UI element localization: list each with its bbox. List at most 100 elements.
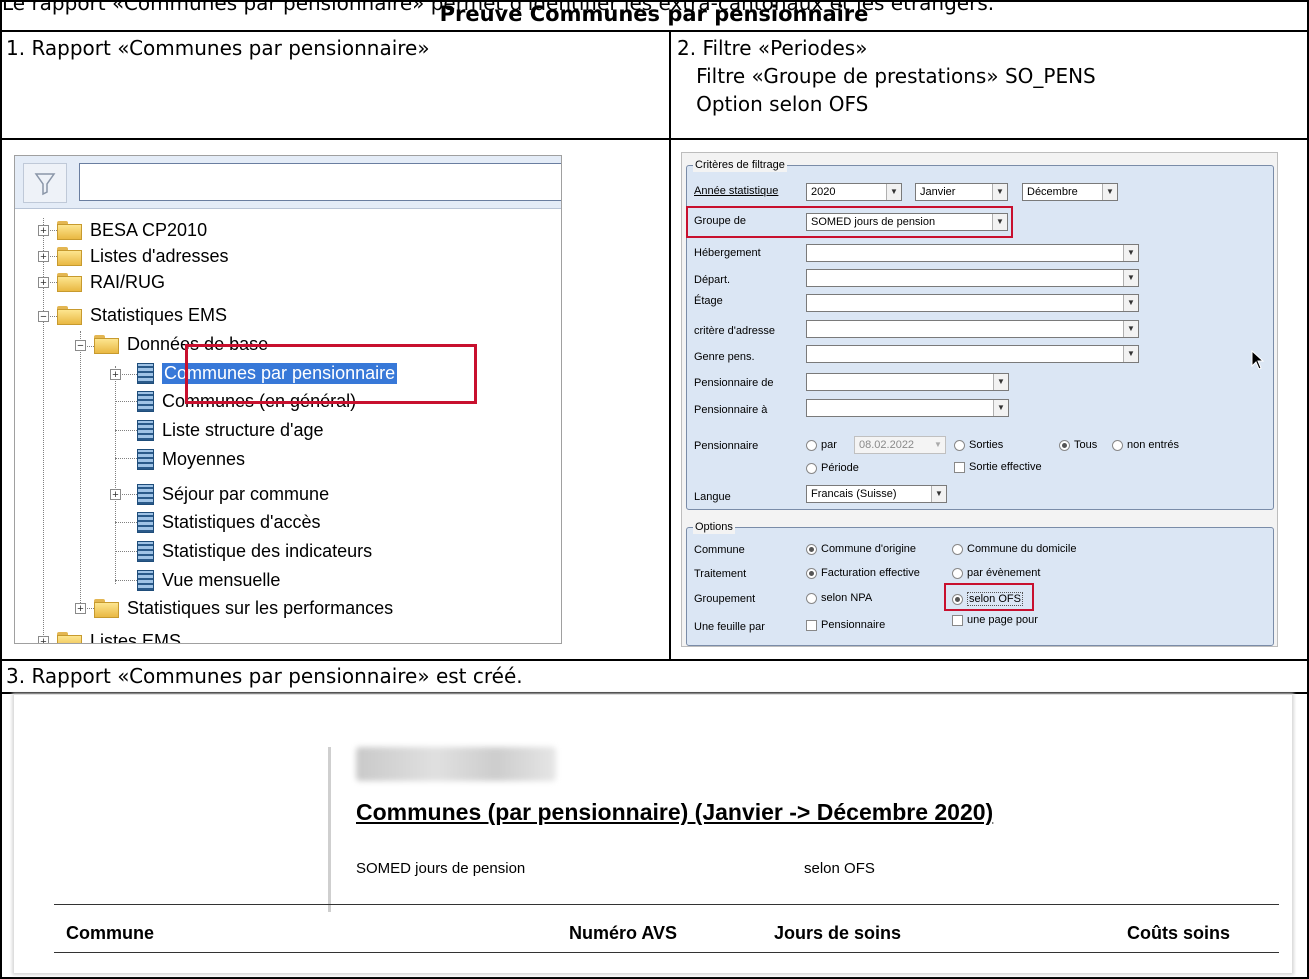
expand-icon[interactable]: + — [75, 603, 86, 615]
folder-icon — [57, 220, 82, 240]
report-icon — [137, 569, 154, 591]
hebergement-select[interactable]: ▼ — [806, 244, 1139, 262]
report-icon — [137, 540, 154, 562]
radio-non-entres[interactable]: non entrés — [1112, 439, 1179, 451]
radio-facturation-effective[interactable]: Facturation effective — [806, 567, 920, 579]
tree-item-besa[interactable]: BESA CP2010 — [57, 217, 207, 243]
radio-tous[interactable]: Tous — [1059, 439, 1097, 451]
etage-select[interactable]: ▼ — [806, 294, 1139, 312]
expand-icon[interactable]: + — [38, 636, 49, 643]
report-tree: + BESA CP2010 + Listes d'adresses + RAI/… — [14, 155, 562, 644]
critere-label: critère d'adresse — [694, 325, 775, 337]
tree-item-statistiques-ems[interactable]: Statistiques EMS — [57, 302, 227, 328]
step-2-caption: 2. Filtre «Periodes» Filtre «Groupe de p… — [677, 36, 1096, 116]
etage-label: Étage — [694, 295, 723, 307]
tree-item-statistique-indicateurs[interactable]: Statistique des indicateurs — [137, 538, 372, 564]
pens-de-label: Pensionnaire de — [694, 377, 774, 389]
table-title: Preuve Communes par pensionnaire — [439, 2, 869, 26]
mois-from-select[interactable]: Janvier ▼ — [915, 183, 1008, 201]
pens-a-select[interactable]: ▼ — [806, 399, 1009, 417]
chevron-down-icon: ▼ — [1123, 245, 1138, 261]
column-commune: Commune — [66, 923, 155, 943]
radio-selon-npa[interactable]: selon NPA — [806, 592, 872, 604]
column-jours-soins: Jours de soins — [774, 923, 902, 943]
report-icon — [137, 511, 154, 533]
step-3-caption: 3. Rapport «Communes par pensionnaire» e… — [6, 664, 523, 688]
radio-sorties[interactable]: Sorties — [954, 439, 1003, 451]
traitement-label: Traitement — [694, 568, 747, 580]
tree-item-vue-mensuelle[interactable]: Vue mensuelle — [137, 567, 280, 593]
tree-item-listes-adresses[interactable]: Listes d'adresses — [57, 243, 229, 269]
report-icon — [137, 390, 154, 412]
expand-icon[interactable]: + — [38, 225, 49, 237]
hebergement-label: Hébergement — [694, 247, 761, 259]
column-couts-soins: Coûts soins — [1127, 923, 1231, 943]
tree-item-statistiques-acces[interactable]: Statistiques d'accès — [137, 509, 321, 535]
chevron-down-icon: ▼ — [931, 437, 945, 453]
tree-item-statistiques-performances[interactable]: Statistiques sur les performances — [94, 595, 393, 621]
chevron-down-icon: ▼ — [1123, 295, 1138, 311]
tree-item-rai-rug[interactable]: RAI/RUG — [57, 269, 165, 295]
collapse-icon[interactable]: − — [75, 340, 86, 352]
date-select[interactable]: 08.02.2022 ▼ — [854, 436, 946, 454]
groupement-label: Groupement — [694, 593, 756, 605]
pensionnaire-label: Pensionnaire — [694, 440, 759, 452]
critere-select[interactable]: ▼ — [806, 320, 1139, 338]
highlight-box — [944, 583, 1034, 611]
annee-select[interactable]: 2020 ▼ — [806, 183, 902, 201]
tree-toolbar — [15, 156, 561, 209]
folder-icon — [57, 272, 82, 292]
mois-to-select[interactable]: Décembre ▼ — [1022, 183, 1118, 201]
filter-button[interactable] — [23, 163, 67, 203]
tree-search-input[interactable] — [79, 163, 561, 201]
folder-icon — [94, 598, 119, 618]
annee-label: Année statistique — [694, 185, 779, 197]
depart-select[interactable]: ▼ — [806, 269, 1139, 287]
chevron-down-icon: ▼ — [1123, 321, 1138, 337]
langue-select[interactable]: Francais (Suisse) ▼ — [806, 485, 947, 503]
report-icon — [137, 483, 154, 505]
checkbox-sortie-effective[interactable]: Sortie effective — [954, 461, 1042, 473]
chevron-down-icon: ▼ — [931, 486, 946, 502]
radio-commune-origine[interactable]: Commune d'origine — [806, 543, 916, 555]
report-icon — [137, 419, 154, 441]
mouse-cursor-icon — [1251, 350, 1265, 370]
expand-icon[interactable]: + — [38, 251, 49, 263]
tree-item-structure-age[interactable]: Liste structure d'age — [137, 417, 324, 443]
depart-label: Départ. — [694, 274, 731, 286]
genre-select[interactable]: ▼ — [806, 345, 1139, 363]
checkbox-pensionnaire[interactable]: Pensionnaire — [806, 619, 885, 631]
expand-icon[interactable]: + — [110, 369, 121, 381]
pens-a-label: Pensionnaire à — [694, 404, 768, 416]
report-title: Communes (par pensionnaire) (Janvier -> … — [356, 799, 994, 825]
report-subtitle-option: selon OFS — [804, 860, 875, 877]
tree-item-listes-ems[interactable]: Listes EMS — [57, 628, 181, 643]
generated-report: Communes (par pensionnaire) (Janvier -> … — [14, 695, 1292, 973]
report-subtitle-group: SOMED jours de pension — [356, 860, 526, 877]
folder-icon — [57, 305, 82, 325]
expand-icon[interactable]: + — [110, 489, 121, 501]
radio-commune-domicile[interactable]: Commune du domicile — [952, 543, 1076, 555]
folder-icon — [57, 246, 82, 266]
collapse-icon[interactable]: − — [38, 311, 49, 323]
blurred-logo — [356, 747, 556, 781]
checkbox-une-page[interactable]: une page pour — [952, 614, 1038, 626]
pens-de-select[interactable]: ▼ — [806, 373, 1009, 391]
report-icon — [137, 362, 154, 384]
filter-icon — [34, 173, 56, 196]
folder-icon — [94, 334, 119, 354]
step-1-caption: 1. Rapport «Communes par pensionnaire» — [6, 36, 430, 60]
feuille-label: Une feuille par — [694, 621, 765, 633]
report-icon — [137, 448, 154, 470]
chevron-down-icon: ▼ — [886, 184, 901, 200]
expand-icon[interactable]: + — [38, 277, 49, 289]
tree-item-moyennes[interactable]: Moyennes — [137, 446, 245, 472]
radio-par-evenement[interactable]: par évènement — [952, 567, 1040, 579]
commune-label: Commune — [694, 544, 745, 556]
radio-par[interactable]: par — [806, 439, 837, 451]
folder-icon — [57, 631, 82, 643]
highlight-box — [686, 206, 1013, 238]
tree-item-sejour-commune[interactable]: Séjour par commune — [137, 481, 329, 507]
chevron-down-icon: ▼ — [992, 184, 1007, 200]
radio-periode[interactable]: Période — [806, 462, 859, 474]
